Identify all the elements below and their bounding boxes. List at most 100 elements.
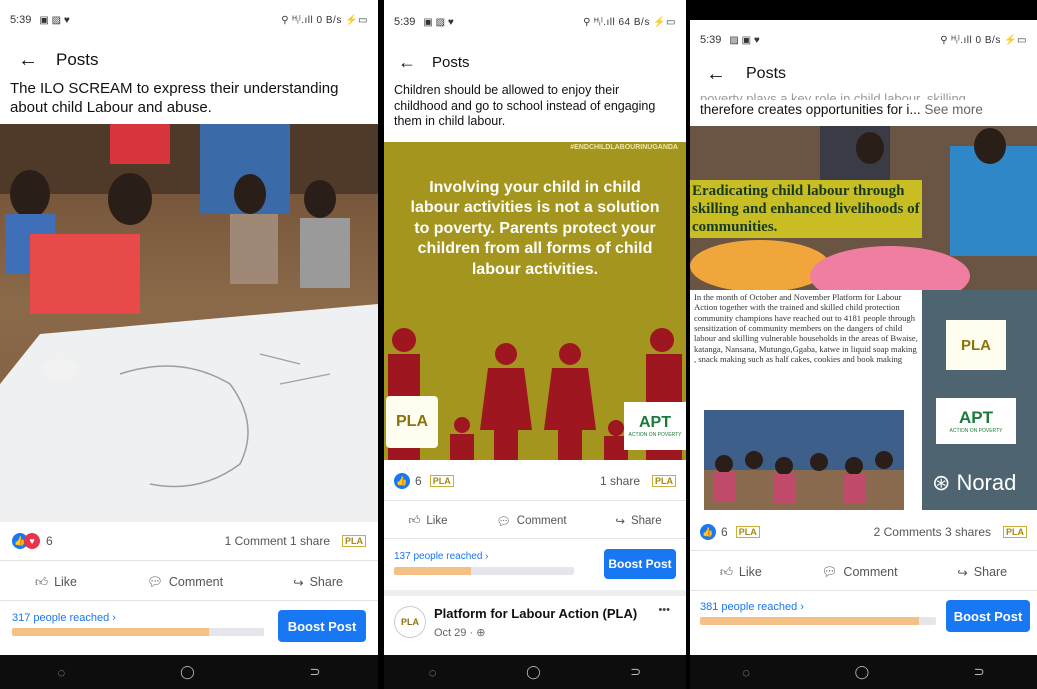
- share-icon: ↪: [615, 516, 625, 528]
- reaction-row: 👍 6 PLA 1 share PLA: [384, 472, 686, 490]
- engagement-summary[interactable]: 1 share: [600, 474, 640, 488]
- system-nav-bar: ◌ ◯ ⊃: [690, 655, 1037, 689]
- share-label: Share: [309, 575, 343, 589]
- system-nav-bar: ◌ ◯ ⊃: [384, 655, 686, 689]
- recents-nav-icon[interactable]: ⊃: [974, 664, 985, 680]
- share-label: Share: [973, 565, 1008, 579]
- engagement-summary[interactable]: 2 Comments 3 shares: [874, 525, 991, 539]
- reach-progress-bar: [394, 567, 574, 575]
- post-separator: [384, 590, 686, 596]
- reaction-count[interactable]: 6: [415, 474, 422, 488]
- back-nav-icon[interactable]: ◌: [742, 665, 750, 680]
- norad-logo-text: Norad: [956, 470, 1017, 495]
- comment-icon: 💬︎: [496, 516, 511, 528]
- screen-1: 5:39 ▣ ▨ ♥ ⚲ ᴴᵢˡ.ıll 0 B/s ⚡▭ ← Posts Th…: [0, 0, 378, 689]
- globe-icon: ⊛: [932, 470, 951, 495]
- post-photo[interactable]: [0, 124, 378, 522]
- children-drawing-photo: [0, 124, 378, 522]
- boost-post-button[interactable]: Boost Post: [604, 549, 676, 579]
- apt-logo-text: APT: [639, 414, 671, 431]
- status-indicators: ⚲ ᴴᵢˡ.ıll 0 B/s ⚡▭: [940, 34, 1027, 46]
- app-bar: ← Posts: [690, 62, 1037, 86]
- like-label: Like: [426, 515, 448, 527]
- share-button[interactable]: ↪ Share: [615, 511, 661, 531]
- share-icon: ↪: [293, 575, 304, 590]
- reach-progress-bar: [12, 628, 264, 636]
- share-button[interactable]: ↪ Share: [293, 572, 343, 592]
- comment-label: Comment: [516, 515, 567, 527]
- engagement-summary[interactable]: 1 Comment 1 share: [225, 534, 330, 548]
- post-date: Oct 29 ·: [434, 627, 477, 639]
- norad-logo: ⊛ Norad: [932, 470, 1016, 496]
- recents-nav-icon[interactable]: ⊃: [310, 664, 321, 680]
- page-avatar-icon: PLA: [652, 475, 676, 487]
- post-collage-image[interactable]: Eradicating child labour through skillin…: [690, 126, 1037, 510]
- post-caption: Children should be allowed to enjoy thei…: [394, 83, 656, 129]
- people-reached-link[interactable]: 317 people reached ›: [12, 612, 116, 624]
- more-options-icon[interactable]: •••: [658, 604, 670, 616]
- status-time: 5:39: [700, 34, 722, 46]
- page-avatar-icon: PLA: [735, 526, 760, 538]
- home-nav-icon[interactable]: ◯: [855, 664, 870, 680]
- page-avatar-icon: PLA: [429, 475, 454, 487]
- comment-icon: 💬︎: [147, 574, 163, 589]
- page-name[interactable]: Platform for Labour Action (PLA): [434, 606, 637, 621]
- boost-post-button[interactable]: Boost Post: [946, 600, 1030, 632]
- back-arrow-icon[interactable]: ←: [706, 63, 726, 86]
- back-nav-icon[interactable]: ◌: [429, 665, 437, 680]
- apt-logo-text: APT: [959, 408, 993, 427]
- home-nav-icon[interactable]: ◯: [526, 664, 541, 680]
- reaction-count[interactable]: 6: [46, 534, 53, 548]
- home-nav-icon[interactable]: ◯: [180, 664, 195, 680]
- thumbs-up-icon: 👍︎: [35, 574, 49, 589]
- recents-nav-icon[interactable]: ⊃: [630, 664, 641, 680]
- divider: [690, 590, 1037, 591]
- like-button[interactable]: 👍︎ Like: [408, 511, 447, 531]
- divider: [384, 538, 686, 539]
- like-button[interactable]: 👍︎ Like: [35, 572, 77, 592]
- like-reaction-icon: 👍: [394, 473, 410, 489]
- like-label: Like: [54, 575, 78, 589]
- page-title: Posts: [746, 65, 787, 82]
- like-button[interactable]: 👍︎ Like: [720, 562, 762, 582]
- poster-hashtag: #ENDCHILDLABOURINUGANDA: [570, 144, 678, 151]
- page-title: Posts: [432, 53, 470, 71]
- share-icon: ↪: [957, 565, 968, 580]
- page-avatar[interactable]: PLA: [394, 606, 426, 638]
- people-reached-link[interactable]: 381 people reached ›: [700, 601, 804, 613]
- share-button[interactable]: ↪ Share: [957, 562, 1007, 582]
- post-actions: 👍︎ Like 💬︎ Comment ↪ Share: [690, 562, 1037, 582]
- see-more-link[interactable]: See more: [924, 102, 983, 117]
- boost-post-button[interactable]: Boost Post: [278, 610, 366, 642]
- people-reached-link[interactable]: 137 people reached ›: [394, 551, 489, 562]
- thumbs-up-icon: 👍︎: [719, 564, 733, 579]
- pla-logo: PLA: [946, 320, 1006, 370]
- comment-button[interactable]: 💬︎ Comment: [822, 562, 898, 582]
- post-caption: therefore creates opportunities for i...…: [700, 102, 1027, 119]
- notification-icons: ▣ ▨ ♥: [423, 16, 454, 28]
- apt-logo: APT ACTION ON POVERTY: [624, 402, 686, 450]
- app-bar: ← Posts: [384, 50, 686, 74]
- back-arrow-icon[interactable]: ←: [398, 52, 416, 73]
- caption-text: therefore creates opportunities for i...: [700, 102, 921, 117]
- back-arrow-icon[interactable]: ←: [18, 49, 38, 72]
- post-body-text: In the month of October and November Pla…: [694, 292, 918, 364]
- comment-label: Comment: [168, 575, 224, 589]
- back-nav-icon[interactable]: ◌: [57, 665, 65, 680]
- post-actions: 👍︎ Like 💬︎ Comment ↪ Share: [0, 572, 378, 592]
- globe-icon: ⊕: [476, 627, 486, 639]
- notification-icons: ▣ ▨ ♥: [39, 14, 70, 26]
- share-label: Share: [630, 515, 662, 527]
- apt-logo-subtitle: ACTION ON POVERTY: [949, 428, 1003, 434]
- status-indicators: ⚲ ᴴᵢˡ.ıll 64 B/s ⚡▭: [583, 16, 676, 28]
- page-avatar-icon: PLA: [342, 535, 366, 547]
- poster-image[interactable]: #ENDCHILDLABOURINUGANDA Involving your c…: [384, 142, 686, 460]
- reaction-count[interactable]: 6: [721, 525, 728, 539]
- status-time: 5:39: [10, 14, 32, 26]
- apt-logo-subtitle: ACTION ON POVERTY: [628, 432, 682, 438]
- reaction-row: 👍 ♥ 6 1 Comment 1 share PLA: [0, 532, 378, 550]
- status-bar: 5:39 ▣ ▨ ♥ ⚲ ᴴᵢˡ.ıll 64 B/s ⚡▭: [384, 10, 686, 34]
- comment-button[interactable]: 💬︎ Comment: [147, 572, 223, 592]
- comment-button[interactable]: 💬︎ Comment: [496, 511, 566, 531]
- app-bar: ← Posts: [0, 48, 378, 72]
